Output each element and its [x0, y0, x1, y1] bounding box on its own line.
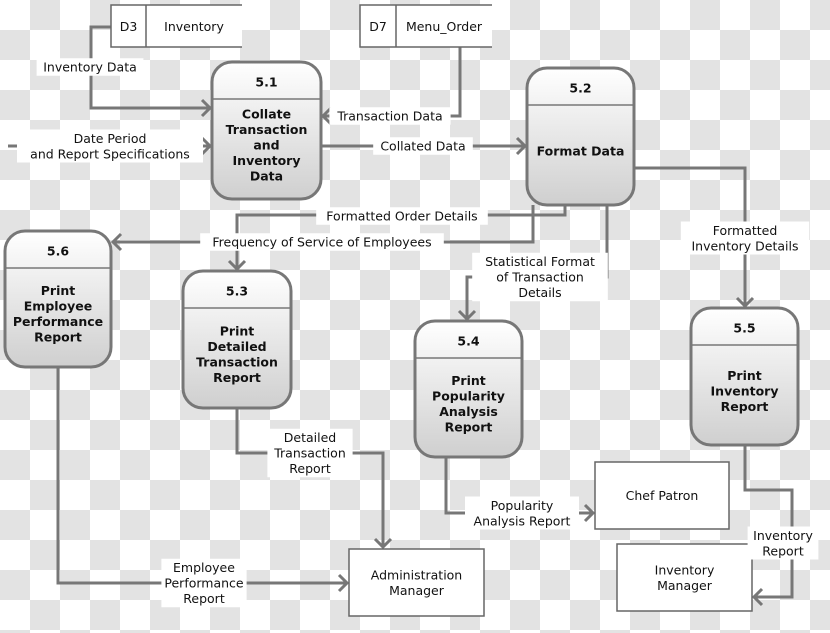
flow-label-text: Inventory Details: [691, 238, 798, 253]
flow-label-text: Employee: [173, 560, 235, 575]
flow-label-text: Collated Data: [380, 139, 465, 154]
flow-label-text: Report: [762, 543, 804, 558]
process-name: Collate: [242, 107, 291, 122]
flow-label-popularity: PopularityAnalysis Report: [465, 496, 579, 530]
process-name: Print: [451, 373, 486, 388]
process-name: Format Data: [537, 144, 625, 159]
process-5-3: 5.3 PrintDetailedTransactionReport: [181, 269, 293, 410]
process-number: 5.5: [733, 321, 755, 336]
process-5-4: 5.4 PrintPopularityAnalysisReport: [413, 319, 524, 459]
flow-label-detailed-transaction: DetailedTransactionReport: [267, 428, 353, 478]
process-name: Inventory: [233, 153, 301, 168]
store-name: Inventory: [164, 19, 224, 34]
process-name: and: [253, 138, 279, 153]
process-name: Report: [721, 399, 769, 414]
process-name: Performance: [13, 314, 103, 329]
process-name: Popularity: [432, 388, 505, 403]
process-name: Report: [445, 419, 493, 434]
flow-label-inventory-report: InventoryReport: [747, 526, 819, 560]
flow-label-text: Analysis Report: [474, 513, 571, 528]
flow-label-text: Performance: [164, 576, 244, 591]
flow-label-transaction-data: Transaction Data: [329, 107, 451, 125]
entity-name: Chef Patron: [626, 488, 699, 503]
flow-label-text: Report: [183, 591, 225, 606]
entity-name: Manager: [657, 578, 713, 593]
flow-label-formatted-order: Formatted Order Details: [316, 207, 488, 225]
process-name: Transaction: [226, 122, 308, 137]
flow-label-formatted-inventory: FormattedInventory Details: [680, 221, 810, 255]
entity-name: Inventory: [655, 562, 715, 577]
flow-label-text: Report: [289, 461, 331, 476]
flow-label-date-period: Date Periodand Report Specifications: [17, 129, 203, 163]
flow-label-text: Formatted: [713, 223, 778, 238]
data-store-d3: D3 Inventory: [110, 4, 242, 48]
process-name: Detailed: [207, 339, 266, 354]
external-entity: InventoryManager: [616, 543, 753, 612]
process-name: Inventory: [711, 384, 779, 399]
process-number: 5.6: [47, 244, 69, 259]
flow-label-collated-data: Collated Data: [373, 137, 473, 155]
flow-transaction-data: [323, 47, 462, 118]
flow-label-text: Date Period: [74, 131, 147, 146]
process-name: Report: [213, 370, 261, 385]
flow-label-text: Inventory: [753, 528, 813, 543]
flow-label-text: and Report Specifications: [30, 146, 190, 161]
entity-name: Administration: [371, 567, 462, 582]
process-5-6: 5.6 PrintEmployeePerformanceReport: [3, 229, 113, 369]
flow-label-text: Transaction: [273, 446, 346, 461]
flow-label-employee-performance: EmployeePerformanceReport: [161, 558, 247, 608]
flow-label-text: Detailed: [284, 430, 336, 445]
flow-label-text: Frequency of Service of Employees: [212, 235, 431, 250]
process-5-5: 5.5 PrintInventoryReport: [689, 306, 800, 447]
process-name: Print: [220, 323, 255, 338]
flow-label-text: Formatted Order Details: [326, 209, 477, 224]
process-name: Employee: [24, 298, 93, 313]
flow-label-text: Details: [518, 285, 561, 300]
flow-label-frequency: Frequency of Service of Employees: [200, 233, 444, 251]
process-number: 5.1: [255, 75, 277, 90]
flow-label-text: Inventory Data: [43, 60, 137, 75]
flow-label-text: of Transaction: [496, 270, 584, 285]
process-name: Data: [250, 169, 283, 184]
process-name: Print: [41, 283, 76, 298]
process-name: Report: [34, 329, 82, 344]
store-name: Menu_Order: [406, 19, 483, 34]
external-entity: Chef Patron: [594, 461, 730, 530]
process-name: Analysis: [439, 404, 498, 419]
store-id: D3: [120, 19, 138, 34]
process-5-1: 5.1 CollateTransactionandInventoryData: [210, 60, 323, 201]
flow-label-text: Statistical Format: [485, 254, 595, 269]
flow-label-text: Transaction Data: [336, 109, 442, 124]
flow-label-statistical: Statistical Formatof TransactionDetails: [472, 252, 608, 302]
entity-name: Manager: [389, 583, 445, 598]
store-id: D7: [369, 19, 387, 34]
data-flow-diagram: D3 Inventory D7 Menu_Order5.1CollateTransac…: [3, 4, 819, 617]
data-store-d7: D7 Menu_Order: [359, 4, 492, 48]
flow-label-inventory-data: Inventory Data: [36, 58, 144, 76]
process-5-2: 5.2 Format Data: [525, 66, 636, 207]
process-name: Print: [727, 368, 762, 383]
process-number: 5.4: [457, 334, 479, 349]
external-entity: AdministrationManager: [348, 548, 485, 617]
process-number: 5.3: [226, 284, 248, 299]
process-number: 5.2: [569, 81, 591, 96]
process-name: Transaction: [196, 354, 278, 369]
flow-label-text: Popularity: [491, 498, 554, 513]
